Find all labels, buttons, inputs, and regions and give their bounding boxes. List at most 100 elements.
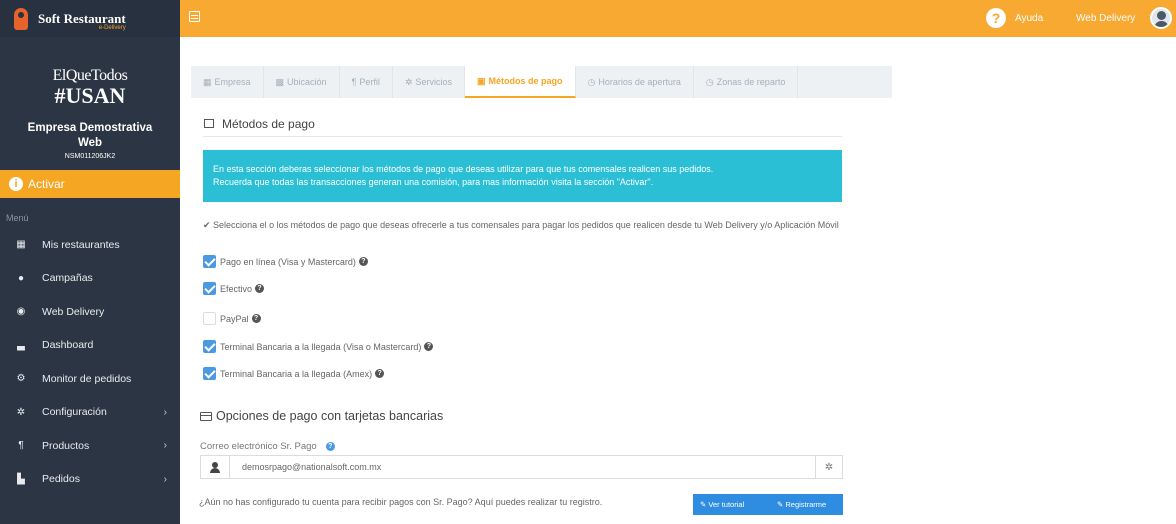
menu-toggle-icon[interactable] xyxy=(189,11,200,22)
help-icon[interactable]: ? xyxy=(986,8,1006,28)
checkbox[interactable] xyxy=(203,367,216,380)
check-icon: ✔ xyxy=(203,220,214,230)
sidebar-item-configuracion[interactable]: ✲ Configuración › xyxy=(0,396,180,430)
sidebar-menu: ▦ Mis restaurantes ● Campañas ◉ Web Deli… xyxy=(0,228,180,496)
sidebar-item-mis-restaurantes[interactable]: ▦ Mis restaurantes xyxy=(0,228,180,262)
sidebar-item-monitor-de-pedidos[interactable]: ⚙ Monitor de pedidos xyxy=(0,362,180,396)
brand[interactable]: Soft Restaurant e-Delivery xyxy=(0,0,180,37)
brand-sub: e-Delivery xyxy=(98,24,126,31)
tab-horarios-de-apertura[interactable]: ◷ Horarios de apertura xyxy=(576,66,694,98)
bars-icon: ▙ xyxy=(17,473,25,485)
sidebar-item-label: Dashboard xyxy=(42,339,94,352)
sidebar-item-web-delivery[interactable]: ◉ Web Delivery xyxy=(0,295,180,329)
gear-icon: ✲ xyxy=(16,406,26,418)
info-alert: En esta sección deberas seleccionar los … xyxy=(203,150,842,202)
tab-zonas-de-reparto[interactable]: ◷ Zonas de reparto xyxy=(694,66,799,98)
sidebar-item-productos[interactable]: ¶ Productos › xyxy=(0,429,180,463)
slogan-line-2: #USAN xyxy=(54,83,126,108)
avatar[interactable] xyxy=(1150,7,1172,29)
help-link[interactable]: Ayuda xyxy=(1015,13,1043,24)
help-icon[interactable]: ? xyxy=(358,257,368,266)
info-icon: i xyxy=(9,177,23,191)
tab-label: Ubicación xyxy=(287,77,327,87)
checkbox[interactable] xyxy=(203,255,216,268)
sidebar-item-label: Productos xyxy=(42,439,90,452)
activate-button[interactable]: i Activar xyxy=(0,170,180,198)
help-icon[interactable]: ? xyxy=(375,369,385,378)
section-title: Métodos de pago xyxy=(204,117,315,131)
section-title-text: Métodos de pago xyxy=(222,117,315,131)
register-button[interactable]: ✎ Registrarme xyxy=(770,494,843,515)
building-icon: ▦ xyxy=(203,76,212,87)
option-label: Terminal Bancaria a la llegada (Visa o M… xyxy=(220,341,422,352)
help-icon[interactable]: ? xyxy=(424,342,434,351)
email-label-text: Correo electrónico Sr. Pago xyxy=(200,441,317,452)
dot-icon: ● xyxy=(17,272,25,284)
sidebar-item-label: Monitor de pedidos xyxy=(42,372,132,385)
sidebar-item-label: Campañas xyxy=(42,272,93,285)
tab-metodos-de-pago[interactable]: ▣ Métodos de pago xyxy=(465,66,576,98)
bike-icon: ⚙ xyxy=(16,373,26,385)
user-icon xyxy=(201,456,230,478)
tutorial-button[interactable]: ✎ Ver tutorial xyxy=(693,494,771,515)
help-icon[interactable]: ? xyxy=(251,314,261,323)
tab-label: Empresa xyxy=(214,77,251,87)
sidebar: Soft Restaurant e-Delivery ElQueTodos #U… xyxy=(0,0,180,524)
gears-icon[interactable]: ✲ xyxy=(815,456,842,478)
note-text: Selecciona el o los métodos de pago que … xyxy=(213,220,839,230)
company-info: Empresa Demostrativa Web NSM011206JK2 xyxy=(0,121,180,160)
sidebar-item-dashboard[interactable]: ▃ Dashboard xyxy=(0,329,180,363)
checkbox[interactable] xyxy=(203,282,216,295)
instructions-note: ✔ Selecciona el o los métodos de pago qu… xyxy=(203,219,843,232)
help-icon[interactable]: ? xyxy=(325,442,335,451)
email-field[interactable]: demosrpago@nationalsoft.com.mx ✲ xyxy=(200,455,843,479)
sidebar-item-label: Pedidos xyxy=(42,473,80,486)
link-icon: ✎ xyxy=(777,500,786,509)
email-input[interactable]: demosrpago@nationalsoft.com.mx xyxy=(230,456,815,478)
logo-icon xyxy=(14,7,28,30)
option-paypal[interactable]: PayPal ? xyxy=(203,312,261,325)
chart-icon: ▃ xyxy=(17,339,25,351)
option-label: Pago en línea (Visa y Mastercard) xyxy=(220,256,356,267)
tab-ubicacion[interactable]: ▩ Ubicación xyxy=(264,66,340,98)
sidebar-item-label: Web Delivery xyxy=(42,305,105,318)
checkbox[interactable] xyxy=(203,340,216,353)
option-pago-en-linea[interactable]: Pago en línea (Visa y Mastercard) ? xyxy=(203,255,368,268)
register-question: ¿Aún no has configurado tu cuenta para r… xyxy=(199,497,603,507)
tab-label: Zonas de reparto xyxy=(716,77,786,87)
sidebar-item-label: Configuración xyxy=(42,406,107,419)
globe-icon: ◉ xyxy=(16,306,26,318)
menu-label: Menú xyxy=(6,213,29,223)
divider xyxy=(203,136,842,137)
tab-empresa[interactable]: ▦ Empresa xyxy=(191,66,264,98)
option-efectivo[interactable]: Efectivo ? xyxy=(203,282,265,295)
cutlery-icon: ¶ xyxy=(18,440,24,452)
sidebar-item-label: Mis restaurantes xyxy=(42,238,120,251)
help-icon[interactable]: ? xyxy=(255,284,265,293)
top-bar: ? Ayuda Web Delivery xyxy=(180,0,1176,37)
register-button-label: Registrarme xyxy=(785,500,827,509)
tutorial-button-label: Ver tutorial xyxy=(708,500,745,509)
tab-servicios[interactable]: ✲ Servicios xyxy=(393,66,465,98)
sidebar-item-pedidos[interactable]: ▙ Pedidos › xyxy=(0,463,180,497)
tab-perfil[interactable]: ¶ Perfil xyxy=(340,66,393,98)
brand-name-text: Soft Restaurant xyxy=(38,10,126,26)
grid-icon: ▦ xyxy=(16,239,26,251)
money-icon: ▣ xyxy=(477,75,486,86)
clock-icon: ◷ xyxy=(705,76,714,87)
user-menu-label[interactable]: Web Delivery xyxy=(1076,13,1135,24)
main-content: ▦ Empresa ▩ Ubicación ¶ Perfil ✲ Servicios ▣… xyxy=(180,37,1176,524)
chevron-right-icon: › xyxy=(163,406,167,418)
tab-label: Métodos de pago xyxy=(488,76,563,86)
credit-card-icon xyxy=(200,411,212,421)
sidebar-item-campanas[interactable]: ● Campañas xyxy=(0,262,180,296)
clock-icon: ◷ xyxy=(587,76,596,87)
option-label: PayPal xyxy=(220,313,249,324)
company-name-line-2: Web xyxy=(77,137,103,149)
info-line-1: En esta sección deberas seleccionar los … xyxy=(213,164,714,174)
cutlery-icon: ¶ xyxy=(351,77,357,87)
tab-label: Horarios de apertura xyxy=(598,77,681,87)
checkbox[interactable] xyxy=(203,312,216,325)
option-terminal-visa-mastercard[interactable]: Terminal Bancaria a la llegada (Visa o M… xyxy=(203,340,434,353)
option-terminal-amex[interactable]: Terminal Bancaria a la llegada (Amex) ? xyxy=(203,367,385,380)
